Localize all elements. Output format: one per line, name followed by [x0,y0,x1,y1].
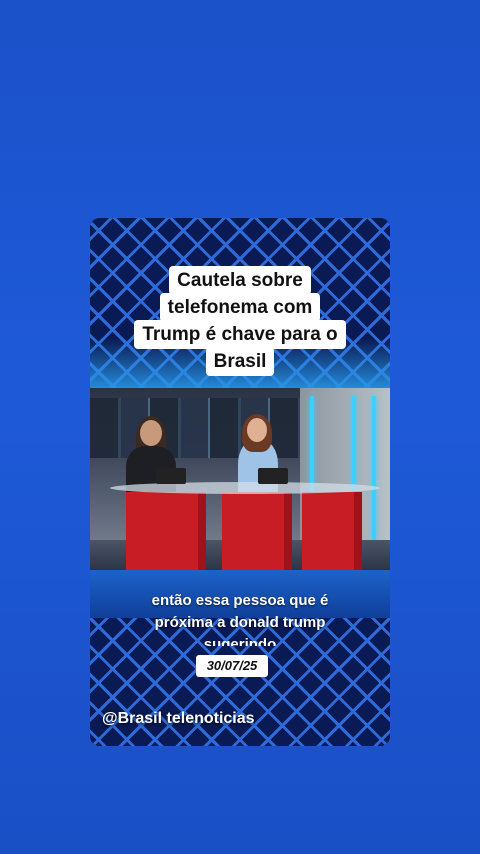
desk-panel [222,492,292,570]
laptop [258,468,288,484]
date-badge: 30/07/25 [196,655,268,677]
caption-line: sugerindo [203,636,277,646]
video-card[interactable]: Cautela sobre telefonema com Trump é cha… [90,218,390,746]
caption-line: então essa pessoa que é [151,592,329,609]
anchor-2-head [247,418,267,442]
news-desk [110,482,380,494]
desk-panel [126,492,206,570]
desk-panel [302,492,362,570]
channel-watermark: @Brasil telenoticias [102,710,255,727]
headline-line: Trump é chave para o [134,320,346,349]
caption-line: próxima a donald trump [154,614,326,631]
neon-light [372,396,376,546]
headline-overlay: Cautela sobre telefonema com Trump é cha… [90,266,390,376]
headline-line: telefonema com [159,293,321,322]
subtitle-caption: então essa pessoa que é próxima a donald… [90,590,390,646]
headline-line: Brasil [205,347,275,376]
headline-line: Cautela sobre [169,266,311,295]
news-studio-image [90,388,390,570]
laptop [156,468,186,484]
anchor-1-head [140,420,162,446]
